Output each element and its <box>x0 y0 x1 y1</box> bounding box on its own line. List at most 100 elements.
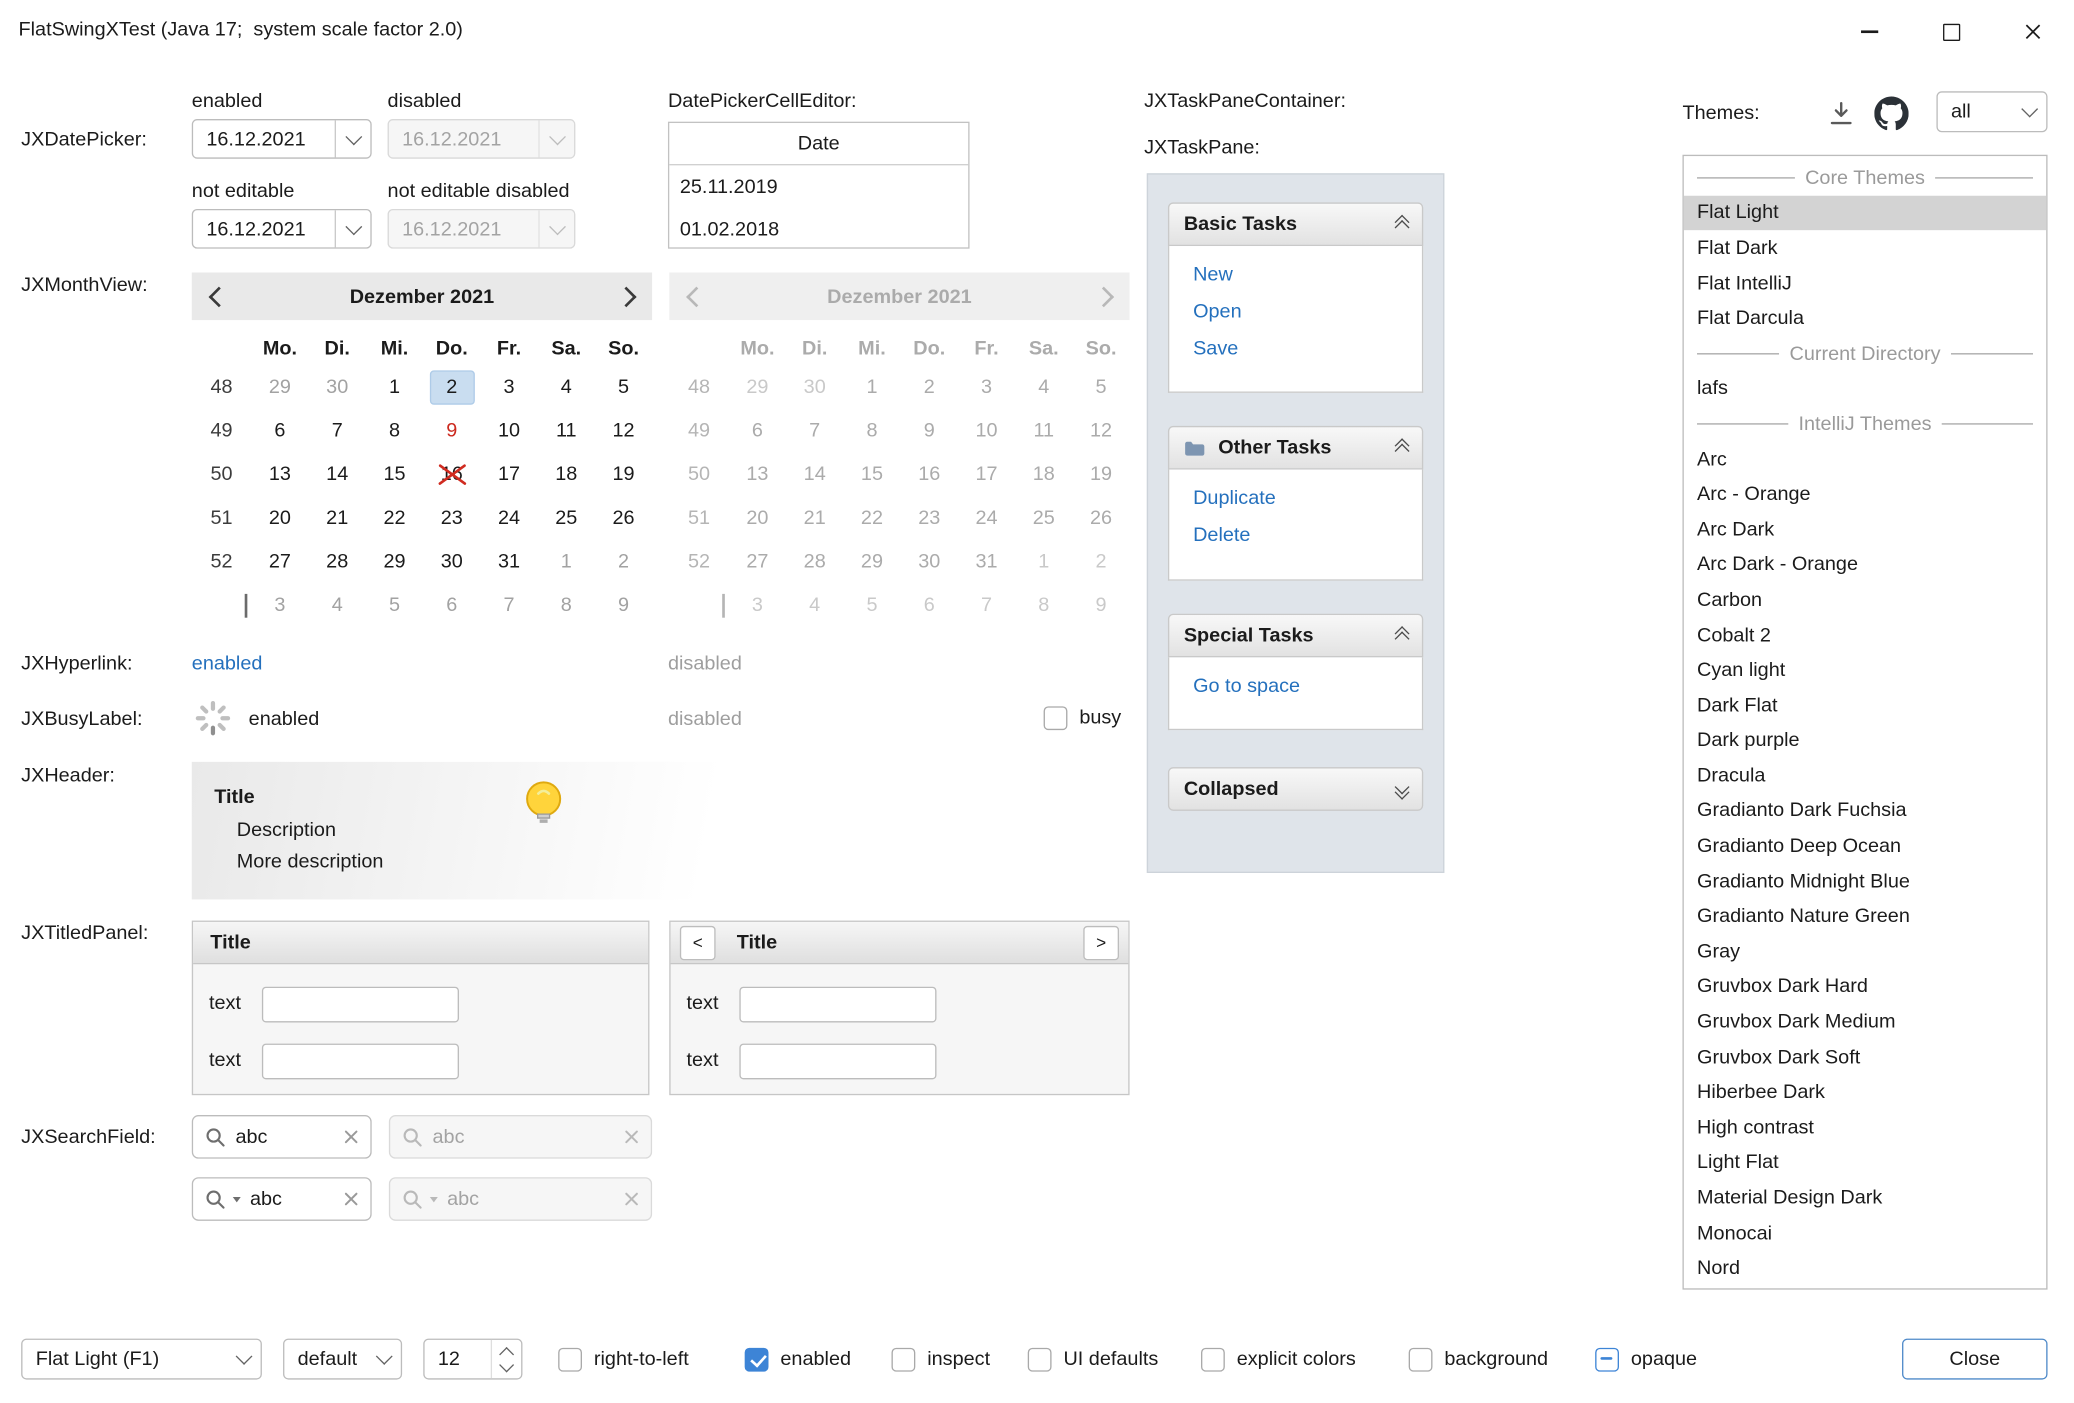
calendar-day[interactable]: 6 <box>423 583 480 627</box>
themes-filter-combo[interactable]: all <box>1936 91 2047 132</box>
table-row[interactable]: 25.11.2019 <box>669 165 968 207</box>
calendar-day[interactable]: 7 <box>309 409 366 453</box>
checkbox-box[interactable] <box>1409 1347 1433 1371</box>
theme-item[interactable]: Flat IntelliJ <box>1684 266 2046 301</box>
search-input-value[interactable]: abc <box>250 1188 335 1210</box>
calendar-day[interactable]: 29 <box>366 540 423 584</box>
checkbox-enabled[interactable]: enabled <box>745 1339 851 1380</box>
minimize-button[interactable] <box>1828 0 1910 63</box>
clear-icon[interactable] <box>344 1130 359 1145</box>
calendar-day[interactable]: 4 <box>309 583 366 627</box>
taskpane-header[interactable]: Other Tasks <box>1168 426 1423 470</box>
busy-checkbox[interactable]: busy <box>1044 697 1122 738</box>
next-month-button[interactable] <box>599 272 652 320</box>
calendar-day[interactable]: 2 <box>595 540 652 584</box>
theme-item[interactable]: Hiberbee Dark <box>1684 1075 2046 1110</box>
prev-month-button[interactable] <box>192 272 245 320</box>
search-field-enabled[interactable]: abc <box>192 1115 372 1159</box>
calendar-day[interactable]: 20 <box>251 496 308 540</box>
calendar-day[interactable]: 29 <box>251 365 308 409</box>
checkbox-box[interactable] <box>1595 1347 1619 1371</box>
taskpane-header[interactable]: Special Tasks <box>1168 614 1423 658</box>
theme-item[interactable]: High contrast <box>1684 1110 2046 1145</box>
calendar-day[interactable]: 15 <box>366 452 423 496</box>
calendar-day[interactable]: 6 <box>251 409 308 453</box>
checkbox-box[interactable] <box>891 1347 915 1371</box>
calendar-day[interactable]: 9 <box>595 583 652 627</box>
checkbox-box[interactable] <box>745 1347 769 1371</box>
clear-icon[interactable] <box>344 1192 359 1207</box>
theme-item[interactable]: Nord <box>1684 1250 2046 1285</box>
laf-combo[interactable]: Flat Light (F1) <box>21 1339 262 1380</box>
theme-item[interactable]: Flat Darcula <box>1684 301 2046 336</box>
calendar-day[interactable]: 9 <box>423 409 480 453</box>
calendar-day[interactable]: 28 <box>309 540 366 584</box>
theme-item[interactable]: Arc Dark - Orange <box>1684 547 2046 582</box>
datepicker-not-editable[interactable]: 16.12.2021 <box>192 209 372 249</box>
theme-item[interactable]: Flat Light <box>1684 195 2046 230</box>
task-link[interactable]: Delete <box>1193 525 1422 546</box>
theme-item[interactable]: Arc <box>1684 441 2046 476</box>
calendar-day[interactable]: 11 <box>538 409 595 453</box>
calendar-day[interactable]: 4 <box>538 365 595 409</box>
theme-item[interactable]: Flat Dark <box>1684 230 2046 265</box>
calendar-day[interactable]: 1 <box>538 540 595 584</box>
theme-item[interactable]: Gradianto Dark Fuchsia <box>1684 793 2046 828</box>
checkbox-right-to-left[interactable]: right-to-left <box>558 1339 689 1380</box>
calendar-day[interactable]: 7 <box>480 583 537 627</box>
combo-dropdown-button[interactable] <box>226 1340 260 1378</box>
calendar-day[interactable]: 30 <box>309 365 366 409</box>
close-button[interactable]: Close <box>1902 1339 2047 1380</box>
calendar-day[interactable]: 5 <box>595 365 652 409</box>
calendar-day[interactable]: 18 <box>538 452 595 496</box>
theme-item[interactable]: Dark purple <box>1684 723 2046 758</box>
calendar-day[interactable]: 25 <box>538 496 595 540</box>
font-combo[interactable]: default <box>283 1339 402 1380</box>
calendar-day[interactable]: 24 <box>480 496 537 540</box>
datepicker-enabled[interactable]: 16.12.2021 <box>192 119 372 159</box>
font-size-spinner[interactable]: 12 <box>423 1339 522 1380</box>
search-input-value[interactable]: abc <box>235 1126 334 1148</box>
theme-item[interactable]: Monocai <box>1684 1215 2046 1250</box>
checkbox-opaque[interactable]: opaque <box>1595 1339 1697 1380</box>
search-field-with-menu[interactable]: abc <box>192 1177 372 1221</box>
combo-dropdown-button[interactable] <box>366 1340 400 1378</box>
calendar-day[interactable]: 13 <box>251 452 308 496</box>
task-link[interactable]: Go to space <box>1193 676 1422 697</box>
theme-item[interactable]: Gradianto Nature Green <box>1684 899 2046 934</box>
datepicker-dropdown-button[interactable] <box>335 210 371 247</box>
panel-next-button[interactable]: > <box>1083 925 1119 959</box>
theme-item[interactable]: Dracula <box>1684 758 2046 793</box>
checkbox-box[interactable] <box>558 1347 582 1371</box>
download-themes-button[interactable] <box>1823 95 1860 132</box>
calendar-day[interactable]: 1 <box>366 365 423 409</box>
checkbox-box[interactable] <box>1201 1347 1225 1371</box>
theme-item[interactable]: Gradianto Midnight Blue <box>1684 864 2046 899</box>
theme-item[interactable]: Cobalt 2 <box>1684 617 2046 652</box>
taskpane-header[interactable]: Collapsed <box>1168 767 1423 811</box>
calendar-day[interactable]: 16 <box>423 452 480 496</box>
calendar-day[interactable]: 8 <box>366 409 423 453</box>
calendar-day[interactable]: 14 <box>309 452 366 496</box>
task-link[interactable]: Duplicate <box>1193 488 1422 509</box>
calendar-day[interactable]: 3 <box>251 583 308 627</box>
task-link[interactable]: Open <box>1193 302 1422 323</box>
theme-item[interactable]: Material Design Dark <box>1684 1180 2046 1215</box>
calendar-day[interactable]: 31 <box>480 540 537 584</box>
maximize-button[interactable] <box>1910 0 1992 63</box>
text-input[interactable] <box>262 1044 459 1080</box>
calendar-day[interactable]: 10 <box>480 409 537 453</box>
table-row[interactable]: 01.02.2018 <box>669 208 968 250</box>
theme-item[interactable]: Arc Dark <box>1684 512 2046 547</box>
calendar-day[interactable]: 8 <box>538 583 595 627</box>
text-input[interactable] <box>262 987 459 1023</box>
theme-item[interactable]: Gruvbox Dark Medium <box>1684 1004 2046 1039</box>
combo-dropdown-button[interactable] <box>2012 93 2046 131</box>
close-window-button[interactable] <box>1992 0 2074 63</box>
calendar-day[interactable]: 19 <box>595 452 652 496</box>
theme-item[interactable]: Gray <box>1684 934 2046 969</box>
theme-item[interactable]: Cyan light <box>1684 653 2046 688</box>
spinner-buttons[interactable] <box>491 1340 521 1378</box>
checkbox-ui-defaults[interactable]: UI defaults <box>1028 1339 1159 1380</box>
calendar-day[interactable]: 5 <box>366 583 423 627</box>
